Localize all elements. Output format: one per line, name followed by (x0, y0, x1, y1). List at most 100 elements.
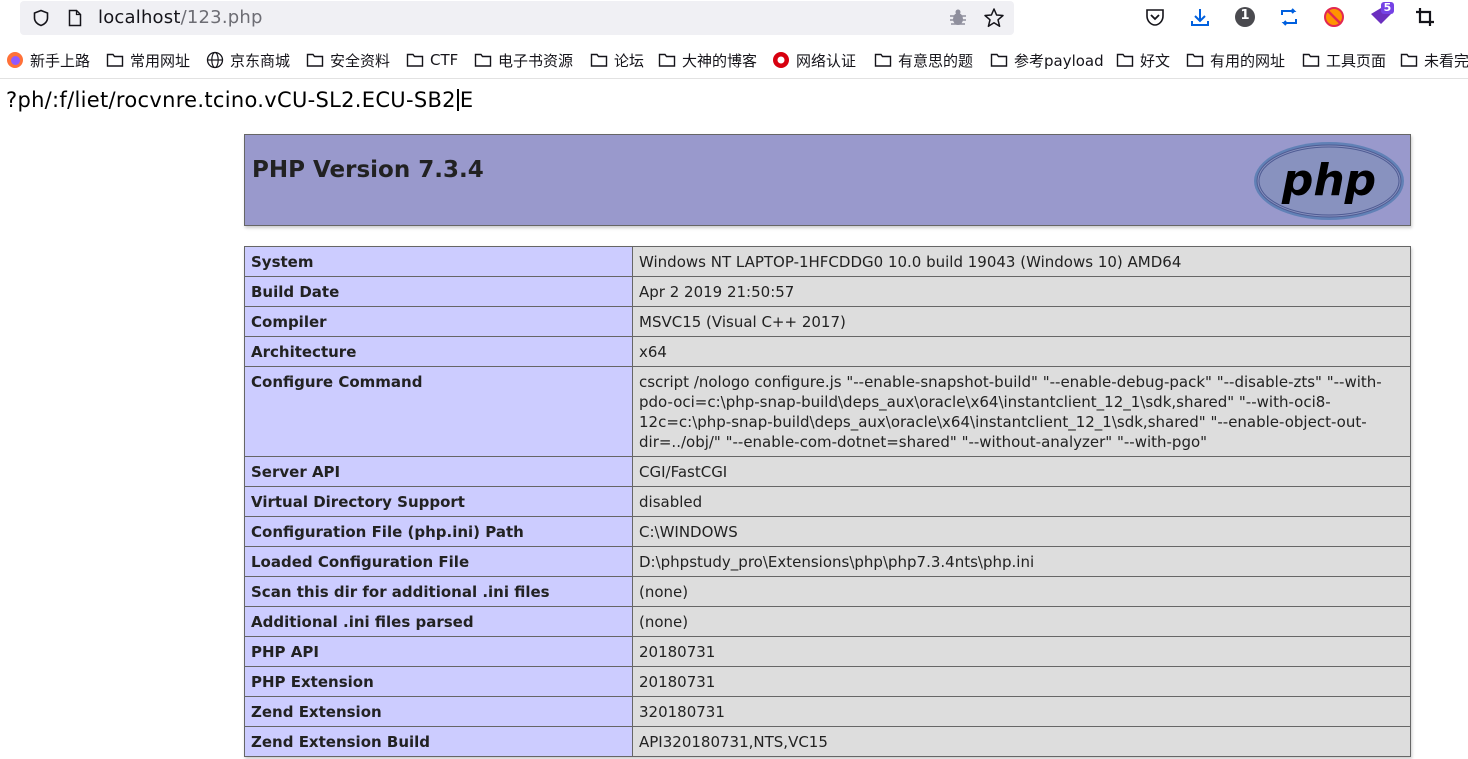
bookmark-label: 未看完 (1424, 51, 1468, 70)
typed-text-before: ?ph/:f/liet/rocvnre.tcino.vCU-SL2.ECU-SB… (6, 88, 456, 112)
table-row: Compiler MSVC15 (Visual C++ 2017) (244, 306, 1411, 337)
row-key: Additional .ini files parsed (244, 606, 633, 637)
row-key: Virtual Directory Support (244, 486, 633, 517)
address-bar[interactable]: localhost/123.php (20, 1, 1014, 35)
bookmark-item[interactable]: 安全资料 (306, 49, 390, 71)
phpinfo-header: PHP Version 7.3.4 php (244, 134, 1411, 226)
row-value: (none) (632, 606, 1411, 637)
row-key: Architecture (244, 336, 633, 367)
table-row: Server API CGI/FastCGI (244, 456, 1411, 487)
bookmark-item[interactable]: 新手上路 (6, 49, 90, 71)
bookmark-item[interactable]: 论坛 (590, 49, 644, 71)
row-value: (none) (632, 576, 1411, 607)
bookmark-item[interactable]: 电子书资源 (474, 49, 573, 71)
row-value: x64 (632, 336, 1411, 367)
bookmark-label: 参考payload (1014, 51, 1104, 70)
download-icon[interactable] (1189, 6, 1211, 28)
folder-icon (874, 52, 898, 68)
row-value: cscript /nologo configure.js "--enable-s… (632, 366, 1411, 457)
blocker-icon[interactable] (1323, 6, 1345, 28)
typed-text-after: E (459, 88, 474, 112)
phpinfo-table: System Windows NT LAPTOP-1HFCDDG0 10.0 bu… (244, 246, 1411, 757)
row-value: Windows NT LAPTOP-1HFCDDG0 10.0 build 19… (632, 246, 1411, 277)
bookmark-label: 京东商城 (230, 51, 291, 70)
bookmark-label: 安全资料 (330, 51, 391, 70)
row-key: Zend Extension Build (244, 726, 633, 757)
bookmark-item[interactable]: 大神的博客 (658, 49, 757, 71)
row-key: Build Date (244, 276, 633, 307)
row-key: Compiler (244, 306, 633, 337)
row-key: Zend Extension (244, 696, 633, 727)
bookmark-item[interactable]: 未看完 (1400, 49, 1468, 71)
globe-icon (206, 51, 230, 69)
row-key: Loaded Configuration File (244, 546, 633, 577)
bookmark-item[interactable]: 参考payload (990, 49, 1104, 71)
table-row: PHP Extension 20180731 (244, 666, 1411, 697)
row-value: MSVC15 (Visual C++ 2017) (632, 306, 1411, 337)
text-caret (456, 89, 459, 111)
folder-icon (406, 52, 430, 68)
bookmark-label: 网络认证 (796, 51, 857, 70)
bookmark-label: 好文 (1140, 51, 1171, 70)
row-value: 20180731 (632, 666, 1411, 697)
shield-icon[interactable] (32, 9, 50, 27)
row-value: D:\phpstudy_pro\Extensions\php\php7.3.4n… (632, 546, 1411, 577)
crop-icon[interactable] (1414, 6, 1436, 28)
bookmark-item[interactable]: CTF (406, 49, 458, 71)
row-key: System (244, 246, 633, 277)
folder-icon (1116, 52, 1140, 68)
table-row: Scan this dir for additional .ini files(… (244, 576, 1411, 607)
bookmark-label: 新手上路 (30, 51, 91, 70)
row-value: CGI/FastCGI (632, 456, 1411, 487)
url-host: localhost (98, 7, 181, 28)
page-icon[interactable] (68, 9, 82, 27)
table-row: Build Date Apr 2 2019 21:50:57 (244, 276, 1411, 307)
counter-badge-icon[interactable]: 1 (1234, 6, 1256, 28)
bookmark-item[interactable]: 常用网址 (106, 49, 190, 71)
firefox-icon (6, 51, 30, 69)
sync-icon[interactable] (1278, 6, 1300, 28)
bookmark-item[interactable]: 好文 (1116, 49, 1170, 71)
folder-icon (1302, 52, 1326, 68)
row-value: 320180731 (632, 696, 1411, 727)
folder-icon (990, 52, 1014, 68)
bookmark-item[interactable]: 有用的网址 (1186, 49, 1285, 71)
url-text[interactable]: localhost/123.php (98, 7, 263, 28)
bookmark-label: 工具页面 (1326, 51, 1387, 70)
php-logo-icon: php (1254, 142, 1404, 220)
url-path: /123.php (180, 7, 263, 28)
row-key: Server API (244, 456, 633, 487)
folder-icon (590, 52, 614, 68)
bookmark-star-icon[interactable] (983, 7, 1005, 29)
bookmark-label: 电子书资源 (498, 51, 574, 70)
row-key: Configure Command (244, 366, 633, 457)
row-key: PHP API (244, 636, 633, 667)
folder-icon (658, 52, 682, 68)
row-value: API320180731,NTS,VC15 (632, 726, 1411, 757)
extension-badge-label: 5 (1383, 1, 1392, 14)
bookmark-item[interactable]: 京东商城 (206, 49, 290, 71)
pocket-icon[interactable] (1144, 6, 1166, 28)
counter-badge-label: 1 (1240, 8, 1250, 23)
bookmark-item[interactable]: 网络认证 (772, 49, 856, 71)
network-auth-icon (772, 51, 796, 69)
table-row: Loaded Configuration File D:\phpstudy_pro… (244, 546, 1411, 577)
table-row: PHP API 20180731 (244, 636, 1411, 667)
bookmark-item[interactable]: 工具页面 (1302, 49, 1386, 71)
row-key: Scan this dir for additional .ini files (244, 576, 633, 607)
bookmarks-bar: 新手上路 常用网址 京东商城 安全资料 CTF 电子书资源 论坛 大神的博客 网络认证 有意思的题… (0, 42, 1468, 79)
table-row: Zend Extension Build API320180731,NTS,VC1… (244, 726, 1411, 757)
bookmark-label: 论坛 (614, 51, 645, 70)
bookmark-item[interactable]: 有意思的题 (874, 49, 973, 71)
php-logo[interactable]: php (1253, 141, 1405, 221)
table-row: Configuration File (php.ini) Path C:\WIND… (244, 516, 1411, 547)
row-value: Apr 2 2019 21:50:57 (632, 276, 1411, 307)
folder-icon (106, 52, 130, 68)
table-row: Additional .ini files parsed (none) (244, 606, 1411, 637)
bookmark-label: 大神的博客 (682, 51, 758, 70)
row-key: PHP Extension (244, 666, 633, 697)
bug-icon[interactable] (948, 8, 968, 28)
typed-text: ?ph/:f/liet/rocvnre.tcino.vCU-SL2.ECU-SB… (6, 88, 473, 112)
extension-badge-icon[interactable]: 5 (1369, 1, 1395, 28)
php-version-title: PHP Version 7.3.4 (252, 157, 484, 183)
